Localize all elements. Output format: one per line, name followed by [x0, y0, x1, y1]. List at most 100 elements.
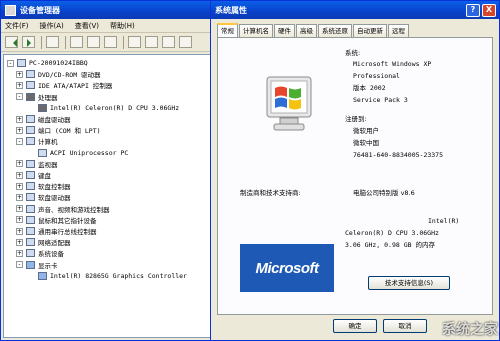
- tree-node[interactable]: + DVD/CD-ROM 驱动器: [16, 69, 101, 79]
- tree-node-label: Intel(R) Celeron(R) D CPU 3.06GHz: [50, 103, 180, 112]
- expand-icon[interactable]: +: [16, 115, 23, 123]
- tab-hardware[interactable]: 硬件: [274, 24, 295, 37]
- help-button[interactable]: ?: [466, 3, 480, 17]
- menu-action[interactable]: 操作(A): [40, 21, 64, 31]
- tree-node[interactable]: + 鼠标和其它指针设备: [16, 215, 97, 225]
- cdrom-icon: [26, 70, 35, 79]
- port-icon: [26, 126, 35, 135]
- tab-general[interactable]: 常规: [217, 23, 238, 37]
- floppy-icon: [26, 193, 35, 202]
- collapse-icon[interactable]: -: [16, 137, 23, 145]
- tree-node[interactable]: + IDE ATA/ATAPI 控制器: [16, 80, 112, 90]
- tree-node-label: 键盘: [38, 172, 51, 180]
- properties-icon[interactable]: [87, 36, 100, 48]
- tree-node[interactable]: + 网络适配器: [16, 237, 71, 247]
- update-driver-icon[interactable]: [145, 36, 158, 48]
- expand-icon[interactable]: +: [16, 171, 23, 179]
- computer-icon: [17, 59, 26, 67]
- collapse-icon[interactable]: -: [16, 93, 23, 101]
- expand-icon[interactable]: +: [16, 205, 23, 213]
- ok-button[interactable]: 确定: [333, 319, 377, 333]
- toolbar-separator: [65, 35, 66, 49]
- collapse-icon[interactable]: -: [16, 261, 23, 269]
- computer-icon: [26, 137, 35, 146]
- tree-node-label: ACPI Uniprocessor PC: [50, 148, 129, 157]
- sound-icon: [26, 204, 35, 213]
- os-service-pack: Service Pack 3: [353, 96, 408, 104]
- display-icon: [38, 271, 47, 280]
- uninstall-device-icon[interactable]: [179, 36, 192, 48]
- manufacturer-value: 电脑公司特别版 v8.6: [353, 189, 415, 197]
- processor-icon: [38, 103, 47, 112]
- tree-node-label: 系统设备: [38, 250, 64, 259]
- system-properties-window: 系统属性 ? X 常规 计算机名 硬件 高级 系统还原 自动更新 远程 系统: …: [210, 0, 500, 341]
- tab-advanced[interactable]: 高级: [296, 24, 317, 37]
- expand-icon[interactable]: +: [16, 182, 23, 190]
- tab-computer-name[interactable]: 计算机名: [239, 24, 273, 37]
- tree-node[interactable]: - 计算机: [16, 136, 58, 146]
- tree-node[interactable]: + 端口 (COM 和 LPT): [16, 125, 101, 135]
- tree-node[interactable]: - 处理器: [16, 92, 58, 102]
- system-label: 系统:: [345, 49, 361, 57]
- tree-node[interactable]: + 系统设备: [16, 248, 64, 258]
- tree-node[interactable]: ACPI Uniprocessor PC: [28, 148, 128, 158]
- tab-system-restore[interactable]: 系统还原: [318, 24, 352, 37]
- expand-icon[interactable]: +: [16, 81, 23, 89]
- system-properties-titlebar[interactable]: 系统属性 ? X: [211, 1, 499, 19]
- tree-node[interactable]: Intel(R) Celeron(R) D CPU 3.06GHz: [28, 103, 179, 113]
- registered-label: 注册到:: [345, 115, 367, 123]
- tree-node[interactable]: + 通用串行总线控制器: [16, 226, 97, 236]
- menu-file[interactable]: 文件(F): [5, 21, 29, 31]
- expand-icon[interactable]: +: [16, 216, 23, 224]
- menu-help[interactable]: 帮助(H): [110, 21, 135, 31]
- tree-node[interactable]: + 键盘: [16, 170, 51, 180]
- tree-node-label: 端口 (COM 和 LPT): [38, 127, 101, 136]
- tree-node[interactable]: - 显示卡: [16, 260, 58, 270]
- tab-remote[interactable]: 远程: [388, 24, 409, 37]
- expand-icon[interactable]: +: [16, 70, 23, 78]
- tree-node-label: 鼠标和其它指针设备: [38, 216, 97, 225]
- display-icon: [26, 260, 35, 269]
- expand-icon[interactable]: +: [16, 238, 23, 246]
- forward-icon[interactable]: [22, 36, 35, 48]
- support-info-button[interactable]: 技术支持信息(S): [368, 276, 450, 290]
- windows-monitor-icon: [266, 76, 312, 131]
- tree-node-label: Intel(R) 82865G Graphics Controller: [50, 271, 187, 280]
- processor-icon: [26, 92, 35, 101]
- tree-node-label: 处理器: [38, 93, 58, 102]
- tab-automatic-updates[interactable]: 自动更新: [353, 24, 387, 37]
- expand-icon[interactable]: +: [16, 227, 23, 235]
- tree-node[interactable]: + 软盘控制器: [16, 181, 71, 191]
- expand-icon[interactable]: +: [16, 249, 23, 257]
- back-icon[interactable]: [5, 36, 18, 48]
- device-manager-title: 设备管理器: [20, 5, 60, 15]
- registered-user: 微软用户: [353, 127, 379, 135]
- cancel-button[interactable]: 取消: [383, 319, 427, 333]
- manufacturer-label: 制造商和技术支持商:: [240, 189, 301, 197]
- expand-icon[interactable]: +: [16, 126, 23, 134]
- tree-view-icon[interactable]: [46, 36, 59, 48]
- tree-node[interactable]: + 软盘驱动器: [16, 192, 71, 202]
- disable-device-icon[interactable]: [162, 36, 175, 48]
- tree-node[interactable]: - PC-20091024IBBQ: [7, 58, 88, 68]
- ide-controller-icon: [26, 81, 35, 90]
- close-button[interactable]: X: [482, 3, 496, 17]
- expand-icon[interactable]: +: [16, 193, 23, 201]
- monitor-icon: [26, 159, 35, 168]
- usb-icon: [26, 227, 35, 235]
- menu-view[interactable]: 查看(V): [75, 21, 99, 31]
- registered-organization: 微软中国: [353, 139, 379, 147]
- expand-icon[interactable]: +: [16, 160, 23, 168]
- toolbar-separator: [41, 35, 42, 49]
- collapse-icon[interactable]: -: [7, 59, 14, 67]
- help-icon[interactable]: [104, 36, 117, 48]
- os-name: Microsoft Windows XP: [353, 60, 432, 68]
- print-icon[interactable]: [70, 36, 83, 48]
- tree-node[interactable]: + 磁盘驱动器: [16, 114, 71, 124]
- tree-node-label: 显示卡: [38, 261, 58, 270]
- tree-node[interactable]: + 监视器: [16, 159, 58, 169]
- tree-node-label: 通用串行总线控制器: [38, 228, 97, 236]
- scan-hardware-icon[interactable]: [128, 36, 141, 48]
- tree-node[interactable]: Intel(R) 82865G Graphics Controller: [28, 271, 187, 281]
- tree-node[interactable]: + 声音、视频和游戏控制器: [16, 204, 110, 214]
